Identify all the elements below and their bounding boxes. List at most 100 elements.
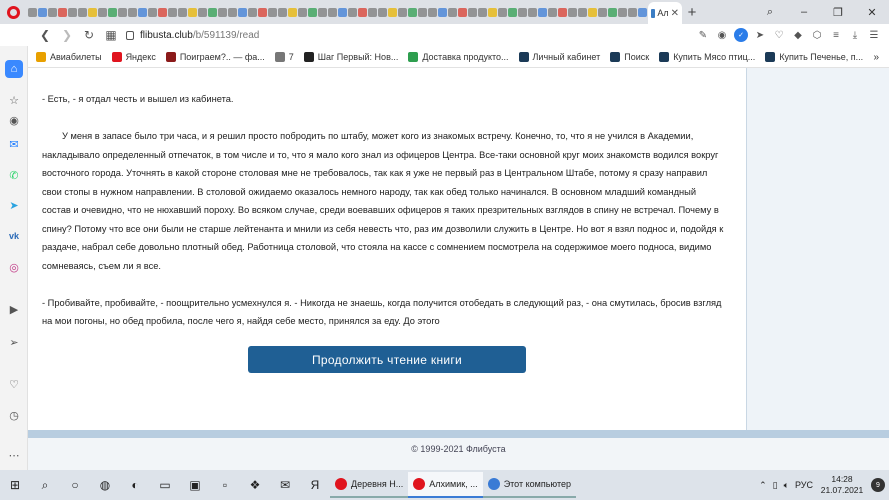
- app-icon[interactable]: ▫: [210, 470, 240, 500]
- volume-icon[interactable]: 🔈︎: [784, 480, 789, 491]
- background-tab[interactable]: [258, 7, 267, 17]
- background-tab[interactable]: [598, 7, 607, 17]
- yandex-icon[interactable]: Я: [300, 470, 330, 500]
- bookmark-item[interactable]: Купить Мясо птиц...: [659, 52, 755, 62]
- sidebar-telegram-icon[interactable]: ➤: [5, 196, 23, 214]
- bookmark-item[interactable]: Поиск: [610, 52, 649, 62]
- background-tab[interactable]: [508, 7, 517, 17]
- start-button[interactable]: ⊞: [0, 470, 30, 500]
- new-tab-button[interactable]: +: [683, 4, 701, 21]
- background-tab[interactable]: [418, 7, 427, 17]
- url-field[interactable]: flibusta.club/b/591139/read: [122, 25, 696, 45]
- taskbar-task[interactable]: Алхимик, ...: [408, 472, 483, 498]
- bookmark-item[interactable]: Авиабилеты: [36, 52, 102, 62]
- background-tab[interactable]: [398, 7, 407, 17]
- edit-icon[interactable]: ✎: [696, 28, 710, 42]
- sidebar-more-icon[interactable]: ⋯: [5, 446, 23, 464]
- tabs-grid-icon[interactable]: ▦: [100, 24, 122, 46]
- easy-setup-icon[interactable]: ☰: [867, 28, 881, 42]
- background-tab[interactable]: [228, 7, 237, 17]
- sidebar-heart-icon[interactable]: ♡: [5, 375, 23, 393]
- background-tab[interactable]: [168, 7, 177, 17]
- background-tab[interactable]: [528, 7, 537, 17]
- bookmark-item[interactable]: Яндекс: [111, 52, 156, 62]
- tab-close-icon[interactable]: ✕: [671, 8, 679, 19]
- background-tab[interactable]: [278, 7, 287, 17]
- background-tab[interactable]: [368, 7, 377, 17]
- tab-active[interactable]: Ал ✕: [648, 2, 682, 24]
- background-tab[interactable]: [28, 7, 37, 17]
- background-tab[interactable]: [328, 7, 337, 17]
- background-tab[interactable]: [308, 7, 317, 17]
- background-tab[interactable]: [378, 7, 387, 17]
- background-tab[interactable]: [38, 7, 47, 17]
- sidebar-home-icon[interactable]: ⌂: [5, 60, 23, 78]
- background-tab[interactable]: [348, 7, 357, 17]
- store-icon[interactable]: ▣: [180, 470, 210, 500]
- background-tab[interactable]: [358, 7, 367, 17]
- background-tab[interactable]: [128, 7, 137, 17]
- background-tab[interactable]: [248, 7, 257, 17]
- bookmarks-more-button[interactable]: »: [873, 52, 889, 63]
- background-tab[interactable]: [318, 7, 327, 17]
- background-tab[interactable]: [198, 7, 207, 17]
- sidebar-camera-icon[interactable]: ◉: [5, 111, 23, 129]
- tray-chevron-icon[interactable]: ⌃: [759, 480, 767, 491]
- sidebar-player-icon[interactable]: ▶: [5, 300, 23, 318]
- sidebar-send-icon[interactable]: ➢: [5, 333, 23, 351]
- mail-icon[interactable]: ✉: [270, 470, 300, 500]
- background-tab[interactable]: [448, 7, 457, 17]
- continue-reading-button[interactable]: Продолжить чтение книги: [248, 346, 526, 373]
- background-tab[interactable]: [68, 7, 77, 17]
- background-tab[interactable]: [558, 7, 567, 17]
- background-tab[interactable]: [388, 7, 397, 17]
- taskbar-task[interactable]: Деревня Н...: [330, 472, 409, 498]
- maximize-button[interactable]: ❐: [821, 0, 855, 24]
- background-tab[interactable]: [518, 7, 527, 17]
- background-tab[interactable]: [428, 7, 437, 17]
- edge-icon[interactable]: ◐: [120, 470, 150, 500]
- background-tab[interactable]: [78, 7, 87, 17]
- background-tab[interactable]: [468, 7, 477, 17]
- vpn-icon[interactable]: ✓: [734, 28, 748, 42]
- explorer-icon[interactable]: ▭: [150, 470, 180, 500]
- task-view-icon[interactable]: ○: [60, 470, 90, 500]
- cortana-icon[interactable]: ◍: [90, 470, 120, 500]
- background-tab[interactable]: [288, 7, 297, 17]
- background-tab[interactable]: [548, 7, 557, 17]
- background-tab[interactable]: [98, 7, 107, 17]
- background-tab[interactable]: [608, 7, 617, 17]
- background-tab[interactable]: [538, 7, 547, 17]
- background-tab[interactable]: [148, 7, 157, 17]
- background-tab[interactable]: [638, 7, 647, 17]
- bookmark-item[interactable]: Шаг Первый: Нов...: [303, 52, 398, 62]
- background-tab[interactable]: [108, 7, 117, 17]
- minimize-button[interactable]: –: [787, 0, 821, 24]
- send-icon[interactable]: ➤: [753, 28, 767, 42]
- sidebar-whatsapp-icon[interactable]: ✆: [5, 166, 23, 184]
- back-button[interactable]: ❮: [34, 24, 56, 46]
- background-tab[interactable]: [118, 7, 127, 17]
- background-tab[interactable]: [48, 7, 57, 17]
- background-tab[interactable]: [588, 7, 597, 17]
- background-tab[interactable]: [578, 7, 587, 17]
- background-tab[interactable]: [298, 7, 307, 17]
- dropbox-icon[interactable]: ❖: [240, 470, 270, 500]
- bookmark-item[interactable]: Доставка продукто...: [408, 52, 509, 62]
- notifications-badge[interactable]: 9: [871, 478, 885, 492]
- background-tab[interactable]: [88, 7, 97, 17]
- background-tab[interactable]: [138, 7, 147, 17]
- background-tab[interactable]: [188, 7, 197, 17]
- bookmark-item[interactable]: Купить Печенье, п...: [765, 52, 863, 62]
- background-tab[interactable]: [178, 7, 187, 17]
- background-tab[interactable]: [618, 7, 627, 17]
- camera-icon[interactable]: ◉: [715, 28, 729, 42]
- background-tab[interactable]: [628, 7, 637, 17]
- background-tab[interactable]: [58, 7, 67, 17]
- sidebar-messenger-icon[interactable]: ✉: [5, 135, 23, 153]
- bookmark-item[interactable]: Поиграем?.. — фа...: [165, 52, 265, 62]
- menu-icon[interactable]: ≡: [829, 28, 843, 42]
- background-tab[interactable]: [158, 7, 167, 17]
- sidebar-speed-dial-icon[interactable]: ☆: [5, 91, 23, 109]
- background-tab[interactable]: [268, 7, 277, 17]
